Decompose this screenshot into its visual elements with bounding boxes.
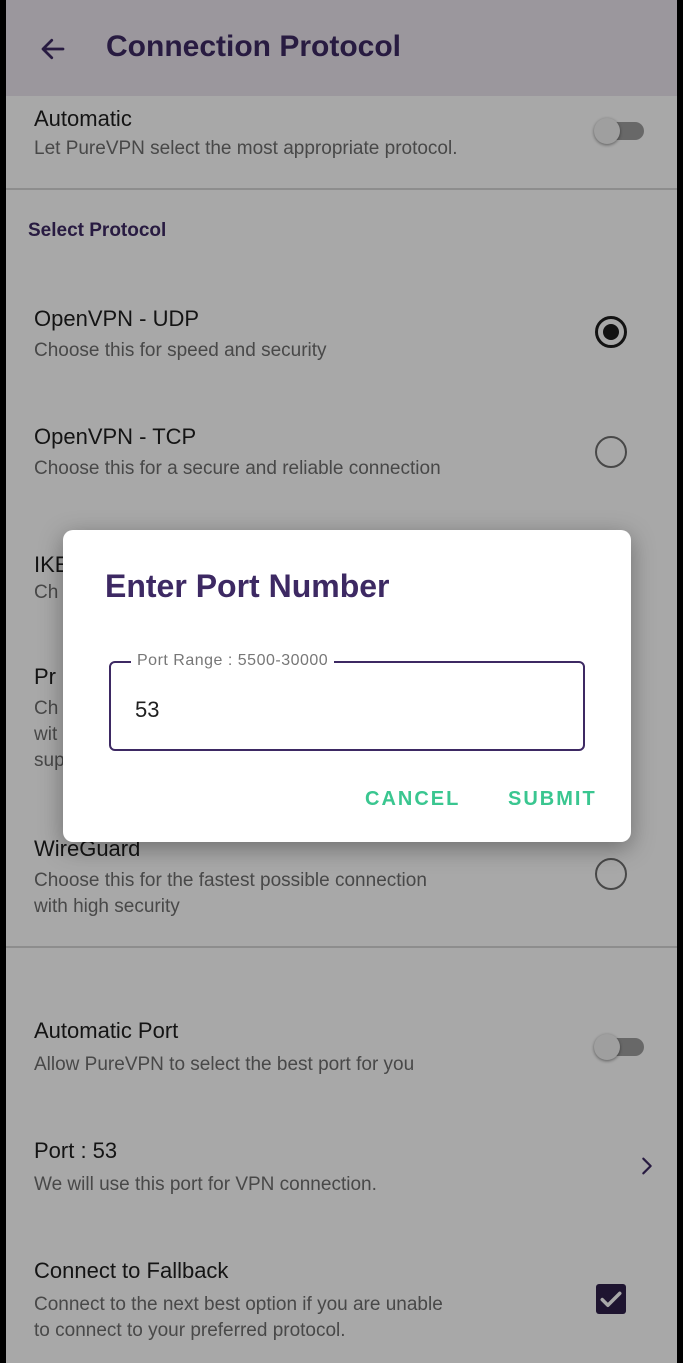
- cancel-button[interactable]: CANCEL: [365, 788, 460, 811]
- submit-button[interactable]: SUBMIT: [508, 788, 597, 811]
- dialog-title: Enter Port Number: [105, 568, 390, 604]
- port-input[interactable]: [135, 693, 565, 727]
- screen: Connection Protocol Automatic Let PureVP…: [6, 0, 677, 1363]
- port-dialog: Enter Port Number Port Range : 5500-3000…: [63, 530, 631, 842]
- port-field[interactable]: Port Range : 5500-30000: [109, 652, 585, 751]
- port-field-label: Port Range : 5500-30000: [131, 652, 335, 670]
